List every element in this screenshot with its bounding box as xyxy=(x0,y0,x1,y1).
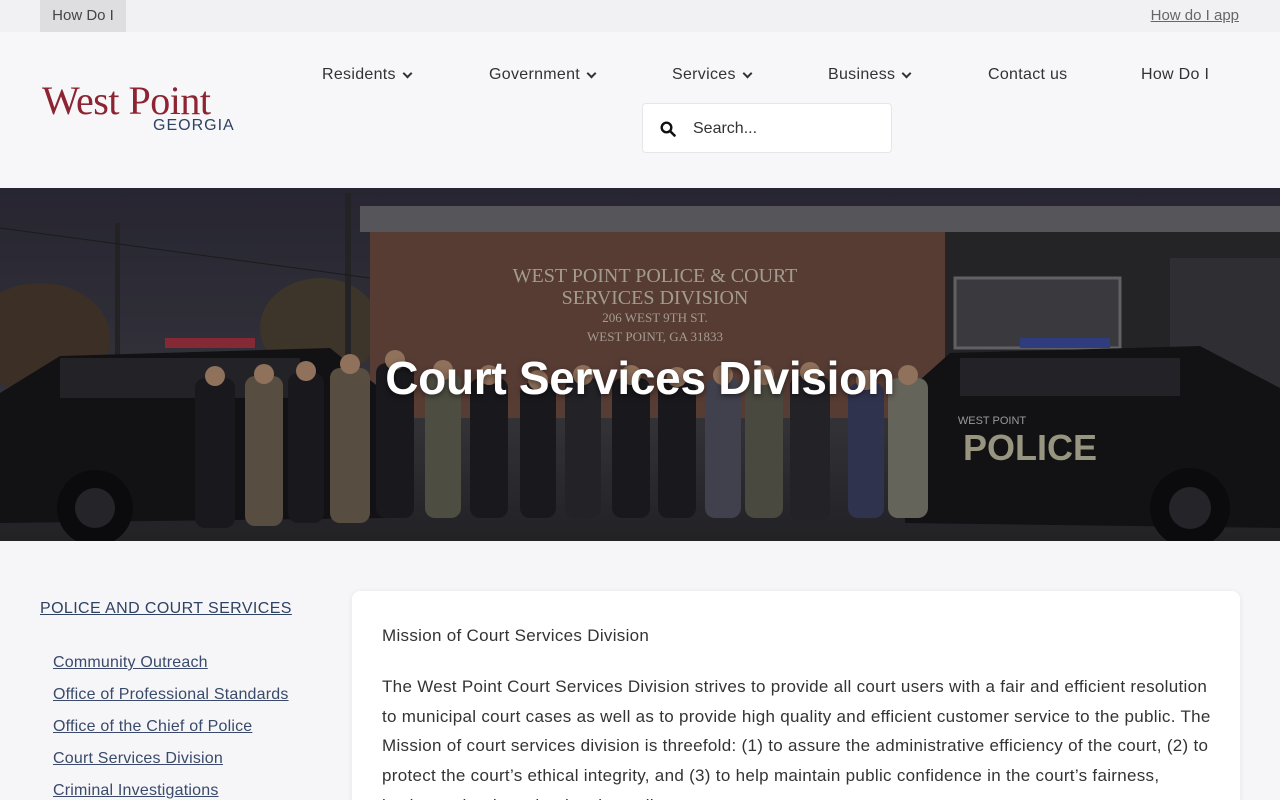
chevron-down-icon xyxy=(402,68,413,78)
nav-item-label: Residents xyxy=(322,66,396,83)
sidebar-item-criminal-investigations[interactable]: Criminal Investigations xyxy=(53,780,320,800)
nav-item-contact-us[interactable]: Contact us xyxy=(988,66,1067,84)
content-card: Mission of Court Services Division The W… xyxy=(352,591,1240,800)
content-paragraph: The West Point Court Services Division s… xyxy=(382,677,1211,800)
sidebar-item-professional-standards[interactable]: Office of Professional Standards xyxy=(53,684,320,716)
nav-item-residents[interactable]: Residents xyxy=(322,66,413,84)
chevron-down-icon xyxy=(901,68,912,78)
sidebar-navigation: POLICE AND COURT SERVICES Community Outr… xyxy=(40,600,320,800)
site-header: West Point GEORGIA Residents Government … xyxy=(0,32,1280,188)
nav-item-label: Government xyxy=(489,66,581,83)
hero-banner: WEST POINT POLICE & COURT SERVICES DIVIS… xyxy=(0,188,1280,541)
chevron-down-icon xyxy=(742,68,753,78)
how-do-i-app-link[interactable]: How do I app xyxy=(1151,7,1239,24)
logo-city-name: West Point xyxy=(42,78,211,123)
nav-item-label: Services xyxy=(672,66,736,83)
nav-item-label: How Do I xyxy=(1141,66,1210,83)
nav-item-how-do-i[interactable]: How Do I xyxy=(1141,66,1209,84)
sidebar-list: Community Outreach Office of Professiona… xyxy=(53,652,320,800)
sidebar-item-chief-of-police[interactable]: Office of the Chief of Police xyxy=(53,716,320,748)
search-input[interactable] xyxy=(693,116,878,142)
main-navigation: Residents Government Services Business C… xyxy=(0,66,1280,86)
sidebar-item-community-outreach[interactable]: Community Outreach xyxy=(53,652,320,684)
nav-item-services[interactable]: Services xyxy=(672,66,753,84)
content-heading: Mission of Court Services Division xyxy=(382,626,650,645)
page-title: Court Services Division xyxy=(385,352,895,404)
utility-bar: How Do I How do I app xyxy=(0,0,1280,32)
search-icon[interactable] xyxy=(660,121,676,137)
nav-item-label: Business xyxy=(828,66,896,83)
nav-item-government[interactable]: Government xyxy=(489,66,597,84)
search-box xyxy=(642,103,892,153)
how-do-i-tab[interactable]: How Do I xyxy=(40,0,126,32)
nav-item-label: Contact us xyxy=(988,66,1068,83)
site-logo[interactable]: West Point GEORGIA xyxy=(42,78,235,135)
nav-item-business[interactable]: Business xyxy=(828,66,912,84)
sidebar-heading-link[interactable]: POLICE AND COURT SERVICES xyxy=(40,600,320,618)
chevron-down-icon xyxy=(586,68,597,78)
logo-state-name: GEORGIA xyxy=(153,117,235,134)
sidebar-item-court-services[interactable]: Court Services Division xyxy=(53,748,320,780)
